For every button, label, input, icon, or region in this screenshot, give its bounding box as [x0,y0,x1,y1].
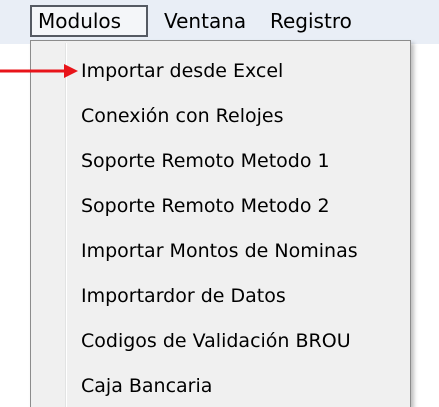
menu-modulos[interactable]: Modulos [30,5,148,37]
menu-bar: Modulos Ventana Registro [0,0,439,44]
menu-item-caja-bancaria[interactable]: Caja Bancaria [81,366,212,406]
menu-item-soporte-remoto-1[interactable]: Soporte Remoto Metodo 1 [81,141,330,181]
menu-item-importar-montos[interactable]: Importar Montos de Nominas [81,231,358,271]
menu-registro[interactable]: Registro [264,5,376,37]
menu-item-importardor-datos[interactable]: Importardor de Datos [81,276,286,316]
arrow-head [64,64,78,78]
menu-icon-column [31,41,65,407]
menu-item-conexion-relojes[interactable]: Conexión con Relojes [81,96,283,136]
menu-item-soporte-remoto-2[interactable]: Soporte Remoto Metodo 2 [81,186,330,226]
red-arrow-icon [0,64,78,78]
menu-ventana[interactable]: Ventana [158,5,258,37]
menu-item-importar-excel[interactable]: Importar desde Excel [81,51,283,91]
menu-column-divider [65,43,67,407]
menu-item-codigos-validacion[interactable]: Codigos de Validación BROU [81,321,351,361]
app-window: Modulos Ventana Registro Importar desde … [0,0,439,407]
modulos-dropdown-menu: Importar desde Excel Conexión con Reloje… [30,40,411,407]
